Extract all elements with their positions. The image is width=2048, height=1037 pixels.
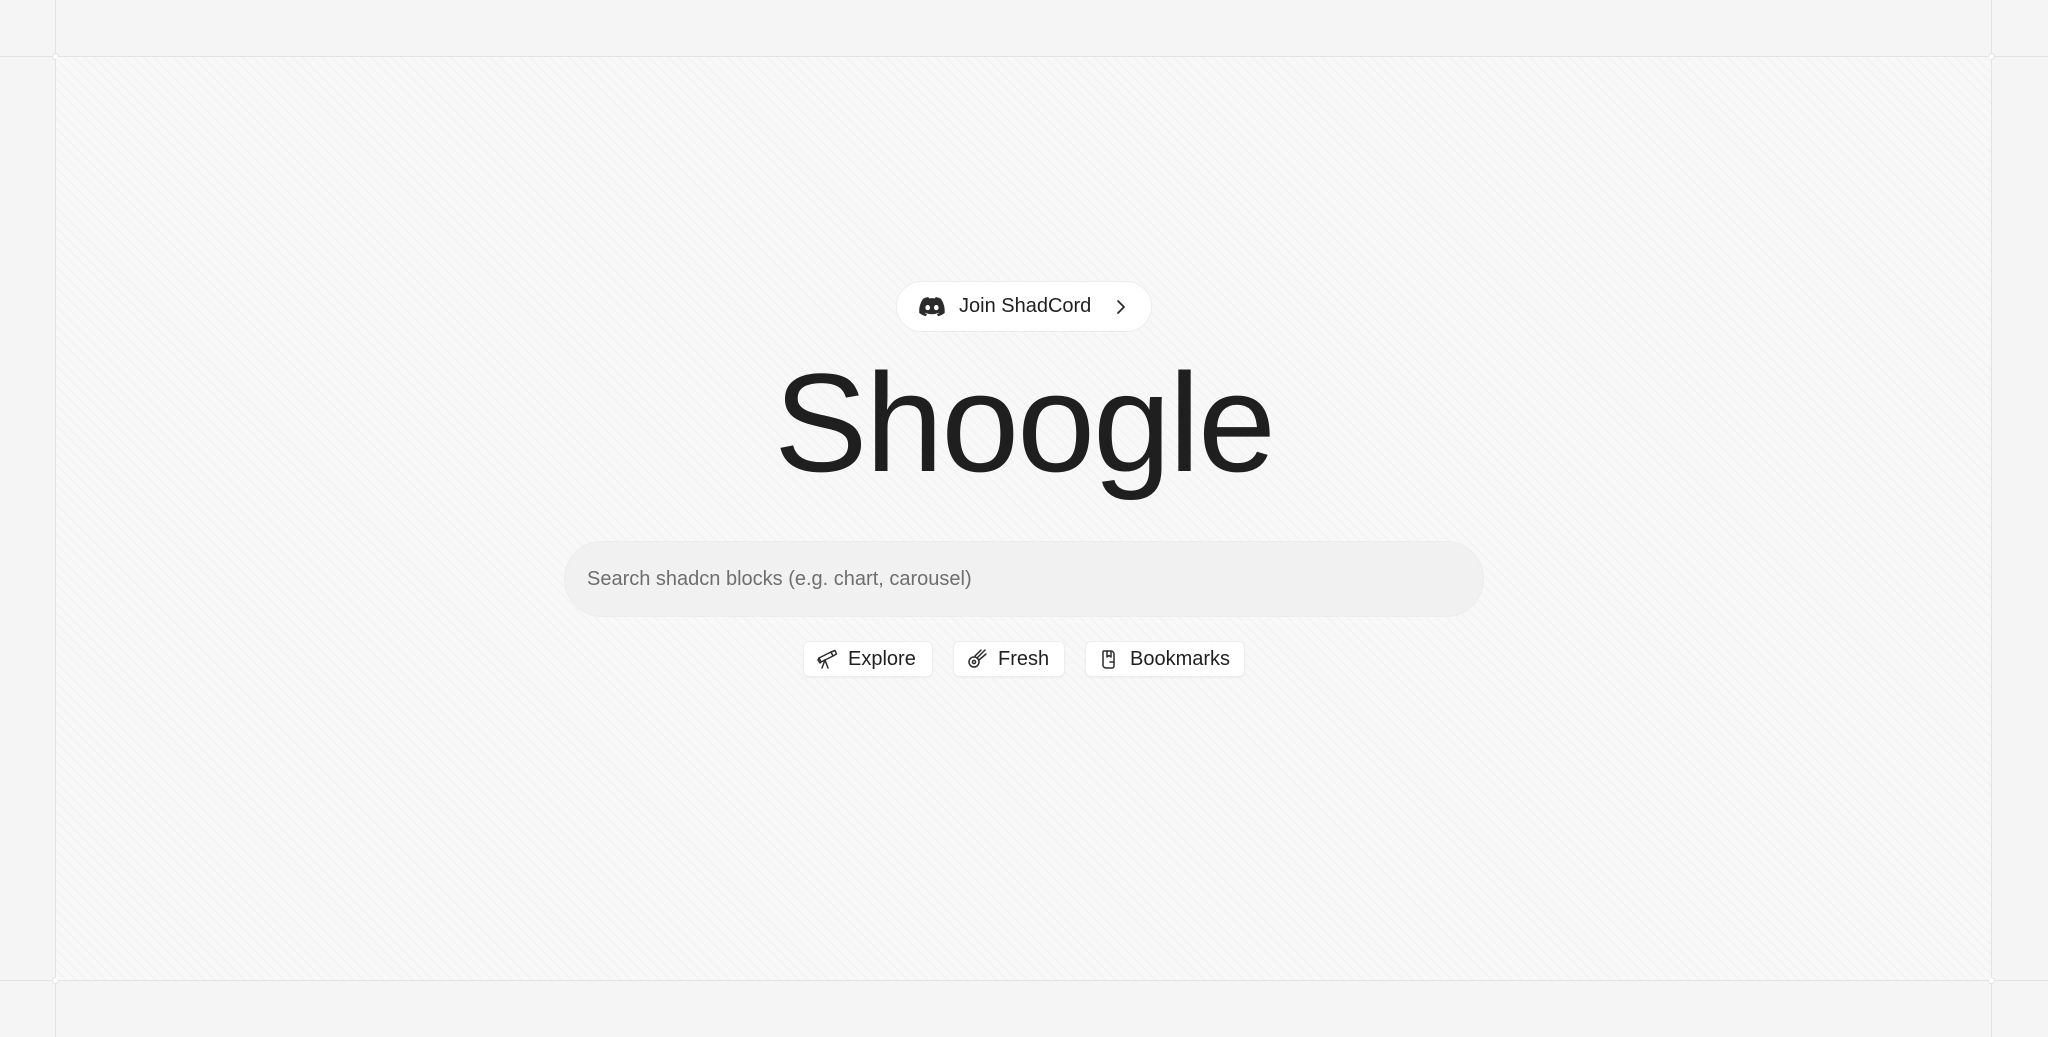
bookmarks-label: Bookmarks — [1130, 647, 1231, 670]
explore-label: Explore — [848, 647, 916, 670]
search-input[interactable] — [564, 541, 1484, 617]
join-discord-label: Join ShadCord — [959, 295, 1092, 317]
fresh-sparkle-icon — [966, 648, 988, 670]
telescope-icon — [816, 648, 838, 670]
brand-title: Shoogle — [774, 344, 1276, 501]
hero-section — [56, 57, 1991, 980]
discord-icon — [919, 296, 945, 317]
fresh-label: Fresh — [998, 647, 1050, 670]
bookmark-icon — [1098, 648, 1120, 670]
frame-line-bottom — [0, 980, 2048, 981]
fresh-button[interactable]: Fresh — [953, 641, 1065, 677]
frame-line-right — [1991, 0, 1992, 1037]
quick-links: Explore Fresh Bookmarks — [0, 641, 2048, 677]
join-discord-button[interactable]: Join ShadCord — [896, 281, 1152, 332]
bookmarks-button[interactable]: Bookmarks — [1085, 641, 1245, 677]
page: Join ShadCord Shoogle Search shadcn bloc… — [0, 0, 2048, 1037]
explore-button[interactable]: Explore — [803, 641, 933, 677]
chevron-right-icon — [1113, 298, 1129, 316]
